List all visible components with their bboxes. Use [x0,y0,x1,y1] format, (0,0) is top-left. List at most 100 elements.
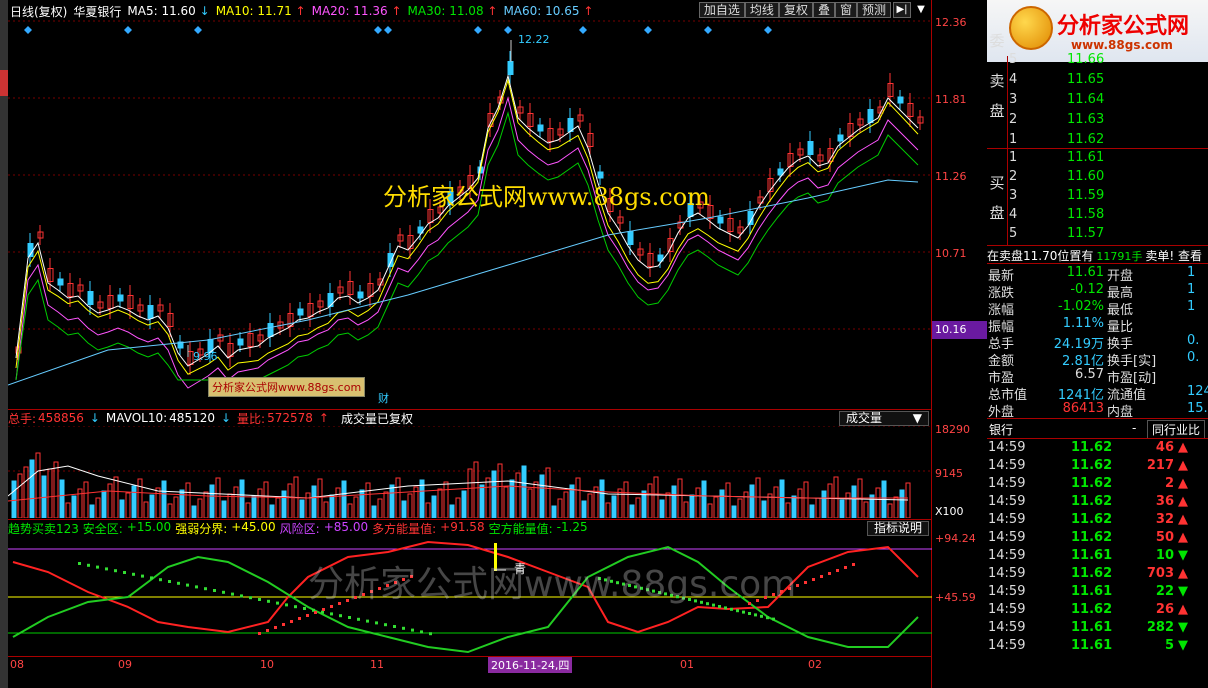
indicator-tick: +45.59 [935,591,976,604]
next-icon[interactable]: ▶| [893,2,911,18]
tick-row: 14:59 11.62 46 ▲ [987,440,1208,458]
volume-tick: 9145 [935,467,963,480]
chart-panel[interactable]: 日线(复权) 华夏银行 MA5: 11.60 ↓ MA10: 11.71 ↑ MA2… [8,0,932,688]
up-arrow-icon: ▲ [1178,530,1188,545]
toolbar-button[interactable]: 复权 [778,2,813,18]
ma-label: MA20: [311,4,350,18]
sell-order-row[interactable]: 4 11.65 [987,72,1208,90]
buy-order-row[interactable]: 5 11.57 [987,226,1208,244]
stat-value: 0. [1187,333,1200,348]
buy-order-row[interactable]: 2 11.60 [987,169,1208,187]
stat-value: -1.02% [1058,299,1104,314]
chevron-down-icon[interactable]: ▼ [913,2,929,18]
tick-volume: 217 [1146,458,1174,473]
tick-volume: 46 [1155,440,1174,455]
sell-order-row[interactable]: 5 11.66 [987,52,1208,70]
mavol-label: MAVOL10: [105,411,168,425]
sell-order-row[interactable]: 2 11.63 [987,112,1208,130]
tick-price: 11.62 [1071,512,1113,527]
large-order-notice[interactable]: 在卖盘11.70位置有 11791手 卖单! 查看 [987,247,1208,264]
price-tick: 11.26 [935,170,967,183]
finance-marker[interactable]: 财 [378,390,389,406]
period-label[interactable]: 日线(复权) [10,3,67,20]
industry-compare-button[interactable]: 同行业比 [1147,420,1206,439]
ma-item: MA20: 11.36 ↑ [312,4,402,18]
toolbar-button[interactable]: 加自选 [698,2,745,18]
tick-time: 14:59 [988,494,1026,509]
ma-value: 10.65 [541,4,580,18]
volume-dropdown[interactable]: 成交量 ▼ [839,410,929,426]
tick-row: 14:59 11.62 50 ▲ [987,530,1208,548]
tick-row: 14:59 11.62 2 ▲ [987,476,1208,494]
notice-link[interactable]: 卖单! 查看 [1145,249,1202,263]
ratio-label: 量比: [237,411,266,426]
tick-time: 14:59 [988,476,1026,491]
toolbar-button[interactable]: 叠 [812,2,835,18]
buy-order-row[interactable]: 3 11.59 [987,188,1208,206]
high-label: 12.22 [518,33,550,46]
order-level: 4 [1009,207,1018,222]
stat-row: 总市值 1241亿 流通值 124 [987,384,1208,403]
down-arrow-icon: ↓ [89,411,100,425]
tick-row: 14:59 11.61 22 ▼ [987,584,1208,602]
order-price: 11.64 [1067,92,1105,107]
left-tab-active[interactable] [0,70,8,96]
volume-chart[interactable] [8,426,932,518]
ma-item: MA10: 11.71 ↑ [216,4,306,18]
tick-volume: 282 [1146,620,1174,635]
toolbar-button[interactable]: 均线 [744,2,779,18]
candlestick-chart[interactable] [8,20,932,408]
sell-order-row[interactable]: 3 11.64 [987,92,1208,110]
volume-header: 总手: 458856 ↓ MAVOL10: 485120 ↓ 量比: 572578 ↑… [8,409,931,426]
tick-price: 11.61 [1071,584,1113,599]
indicator-help-button[interactable]: 指标说明 [866,520,929,536]
buy-order-row[interactable]: 1 11.61 [987,150,1208,168]
tick-volume: 2 [1164,476,1174,491]
up-arrow-icon: ▲ [1178,602,1188,617]
stock-name: 华夏银行 [73,4,122,19]
buy-order-row[interactable]: 4 11.58 [987,207,1208,225]
left-tab-strip[interactable] [0,0,8,688]
date-tick: 10 [260,658,274,671]
stat-row: 总手 24.19万 换手 0. [987,333,1208,352]
toolbar-button[interactable]: 预测 [856,2,891,18]
order-level: 3 [1009,188,1018,203]
watermark-box: 分析家公式网www.88gs.com [208,377,366,397]
order-level: 5 [1009,52,1018,67]
down-arrow-icon: ↓ [220,411,232,425]
order-level: 3 [1009,92,1018,107]
date-axis: 08 09 10 11 01 02 2016-11-24,四 [8,656,931,674]
toolbar-button[interactable]: 窗 [834,2,857,18]
down-arrow-icon: ▼ [1178,584,1188,599]
tick-time: 14:59 [988,584,1026,599]
order-level: 1 [1009,150,1018,165]
price-tick: 10.71 [935,247,967,260]
stat-value: -0.12 [1070,282,1104,297]
down-arrow-icon: ▼ [1178,620,1188,635]
ma-label: MA5: [127,4,158,18]
stat-value: 1 [1187,282,1196,297]
price-axis: 12.36 11.81 11.26 10.71 10.16 18290 9145… [932,0,987,688]
order-price: 11.66 [1067,52,1105,67]
ma-value: 11.60 [157,4,196,18]
order-price: 11.65 [1067,72,1105,87]
tick-volume: 22 [1155,584,1174,599]
tick-time: 14:59 [988,458,1026,473]
tick-price: 11.61 [1071,548,1113,563]
total-volume-label: 总手: [8,411,37,426]
tick-price: 11.61 [1071,638,1113,653]
tick-time: 14:59 [988,548,1026,563]
stat-row: 涨幅 -1.02% 最低 1 [987,299,1208,318]
price-tick: 12.36 [935,16,967,29]
up-arrow-icon: ▲ [1178,476,1188,491]
order-level: 1 [1009,132,1018,147]
tick-time: 14:59 [988,566,1026,581]
stat-value: 124 [1187,384,1208,399]
ma-value: 11.08 [445,4,484,18]
indicator-tick: +94.24 [935,532,976,545]
low-label: 9.96 [193,350,218,363]
indicator-item: -1.25 [556,519,588,534]
tick-time: 14:59 [988,512,1026,527]
stat-value: 6.57 [1075,367,1104,382]
tick-price: 11.61 [1071,620,1113,635]
